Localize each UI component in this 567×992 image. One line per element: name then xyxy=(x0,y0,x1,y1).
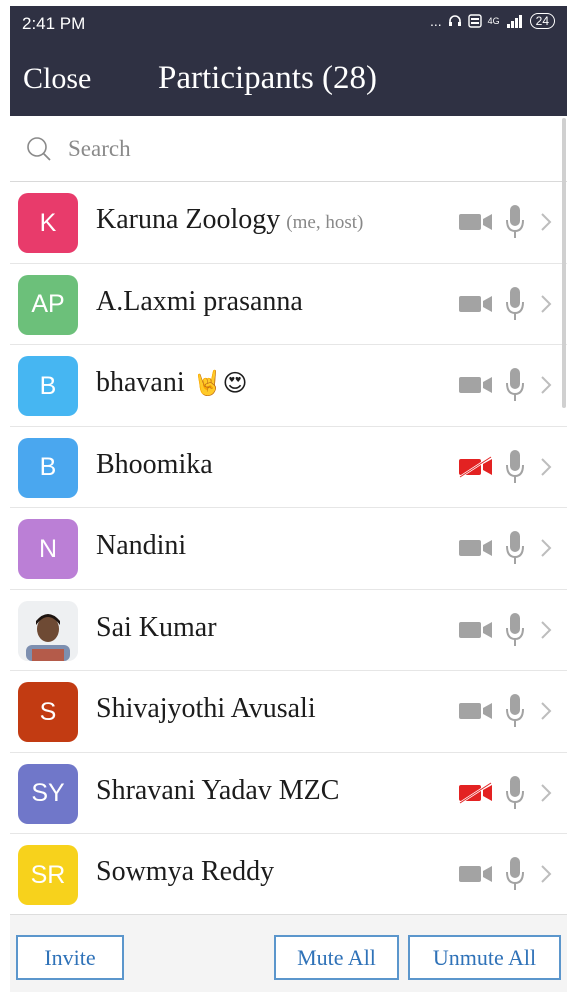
video-camera-icon xyxy=(458,619,494,641)
video-off-icon xyxy=(458,455,494,478)
participant-row[interactable]: N Nandini xyxy=(10,508,567,590)
battery-icon: 24 xyxy=(529,13,555,29)
video-camera-icon xyxy=(458,700,494,722)
mute-all-button[interactable]: Mute All xyxy=(274,935,399,980)
chevron-right-icon[interactable] xyxy=(540,783,552,803)
participant-row[interactable]: S Shivajyothi Avusali xyxy=(10,671,567,753)
video-camera-icon xyxy=(458,293,494,315)
participant-row[interactable]: AP A.Laxmi prasanna xyxy=(10,264,567,345)
status-time: 2:41 PM xyxy=(22,14,86,33)
search-icon xyxy=(27,137,51,161)
page-title: Participants (28) xyxy=(158,60,378,96)
invite-button[interactable]: Invite xyxy=(16,935,124,980)
avatar: AP xyxy=(18,274,78,335)
participant-row[interactable]: Sai Kumar xyxy=(10,590,567,671)
avatar: SR xyxy=(18,845,78,905)
chevron-right-icon[interactable] xyxy=(540,294,552,314)
microphone-icon xyxy=(506,693,524,729)
participant-name-group: Nandini xyxy=(96,530,186,562)
participant-emoji: 🤘😍 xyxy=(192,369,248,397)
microphone-icon xyxy=(506,775,524,811)
chevron-right-icon[interactable] xyxy=(540,212,552,232)
participant-name-group: Shravani Yadav MZC xyxy=(96,775,339,807)
microphone-icon xyxy=(506,449,524,485)
participant-name: Sai Kumar xyxy=(96,611,217,643)
participant-name-group: Sowmya Reddy xyxy=(96,856,274,888)
header-bar: Close Participants (28) xyxy=(10,42,567,116)
participant-row[interactable]: SR Sowmya Reddy xyxy=(10,834,567,916)
participant-name: A.Laxmi prasanna xyxy=(96,285,303,317)
status-dots: ... xyxy=(429,13,442,29)
participant-name-group: Shivajyothi Avusali xyxy=(96,693,316,725)
close-button[interactable]: Close xyxy=(23,62,91,96)
chevron-right-icon[interactable] xyxy=(540,457,552,477)
chevron-right-icon[interactable] xyxy=(540,375,552,395)
microphone-icon xyxy=(506,530,524,566)
video-camera-icon xyxy=(458,374,494,396)
scrollbar[interactable] xyxy=(562,118,566,408)
search-input[interactable] xyxy=(68,131,538,167)
participant-row[interactable]: B Bhoomika xyxy=(10,427,567,508)
footer-bar: Invite Mute All Unmute All xyxy=(10,914,567,992)
microphone-icon xyxy=(506,286,524,322)
participant-row[interactable]: Bbhavani 🤘😍 xyxy=(10,345,567,427)
signal-icon xyxy=(506,15,522,28)
participant-name: Karuna Zoology xyxy=(96,204,281,235)
chevron-right-icon[interactable] xyxy=(540,864,552,884)
search-bar xyxy=(10,116,567,182)
unmute-all-button[interactable]: Unmute All xyxy=(408,935,561,980)
profile-photo xyxy=(18,600,78,661)
video-camera-icon xyxy=(458,211,494,233)
avatar xyxy=(18,600,78,661)
participant-role: (me, host) xyxy=(286,212,364,233)
avatar: S xyxy=(18,682,78,742)
participant-name: Nandini xyxy=(96,530,187,561)
status-bar: 2:41 PM ... 4G 24 xyxy=(10,6,567,42)
participant-name: Shivajyothi Avusali xyxy=(96,693,316,724)
microphone-icon xyxy=(506,204,524,240)
participant-name-group: Sai Kumar xyxy=(96,612,217,644)
status-icons: ... 4G 24 xyxy=(430,13,555,29)
participant-list: K Karuna Zoology (me, host) AP A.Laxmi prasa… xyxy=(10,182,567,916)
avatar: N xyxy=(18,519,78,579)
avatar: B xyxy=(18,437,78,498)
app-frame: 2:41 PM ... 4G 24 Close Participants (28… xyxy=(10,6,567,992)
avatar: K xyxy=(18,193,78,253)
participant-name-group: Karuna Zoology (me, host) xyxy=(96,204,363,236)
chevron-right-icon[interactable] xyxy=(540,538,552,558)
participant-name: bhavani xyxy=(96,367,185,398)
volte-icon xyxy=(467,14,482,28)
network-label: 4G xyxy=(487,16,500,26)
microphone-icon xyxy=(506,612,524,648)
participant-name-group: A.Laxmi prasanna xyxy=(96,286,303,318)
participant-name-group: Bhoomika xyxy=(96,449,213,481)
avatar: SY xyxy=(18,763,78,824)
participant-name: Shravani Yadav MZC xyxy=(96,774,340,806)
avatar: B xyxy=(18,356,78,416)
microphone-icon xyxy=(506,367,524,403)
participant-name-group: bhavani 🤘😍 xyxy=(96,367,248,399)
video-off-icon xyxy=(458,781,494,804)
chevron-right-icon[interactable] xyxy=(540,701,552,721)
microphone-icon xyxy=(506,856,524,892)
participant-name: Bhoomika xyxy=(96,448,213,480)
chevron-right-icon[interactable] xyxy=(540,620,552,640)
participant-name: Sowmya Reddy xyxy=(96,856,275,887)
participant-row[interactable]: SY Shravani Yadav MZC xyxy=(10,753,567,834)
headphones-icon xyxy=(448,15,461,26)
video-camera-icon xyxy=(458,863,494,885)
video-camera-icon xyxy=(458,537,494,559)
participant-row[interactable]: K Karuna Zoology (me, host) xyxy=(10,182,567,264)
